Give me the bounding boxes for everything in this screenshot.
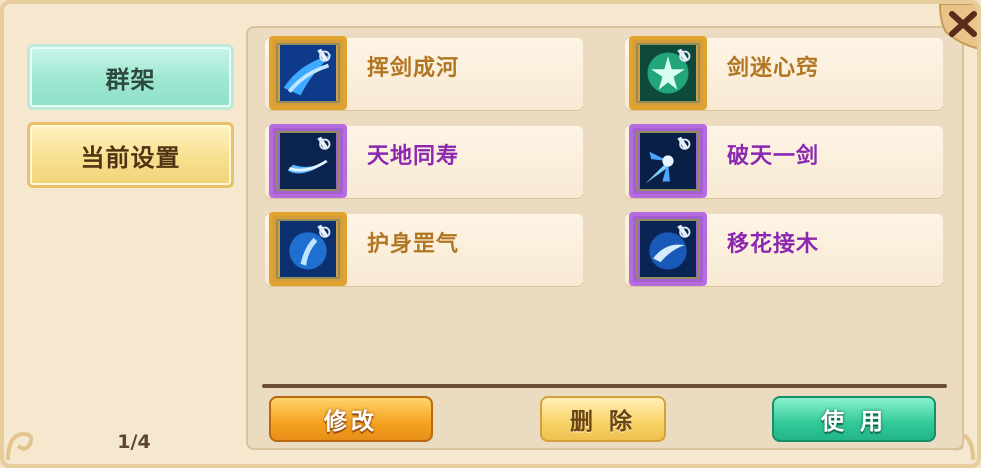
skill-icon-frame xyxy=(269,212,347,286)
skill-config-window: 群架 当前设置 1/4 挥剑成河 剑迷心窍 天地同寿 破天一剑 护身罡气 移花接… xyxy=(0,0,981,468)
modify-button-label: 修改 xyxy=(324,409,378,435)
tab-current-settings[interactable]: 当前设置 xyxy=(27,122,234,188)
page-indicator: 1/4 xyxy=(117,431,151,453)
corner-ornament-icon xyxy=(4,394,74,464)
blue-swirl-icon xyxy=(636,219,700,279)
use-button[interactable]: 使 用 xyxy=(772,396,936,442)
close-icon xyxy=(938,4,977,50)
skill-card[interactable]: 移花接木 xyxy=(625,212,943,286)
delete-button-label: 删 除 xyxy=(569,409,636,435)
skill-name: 破天一剑 xyxy=(727,144,820,169)
skill-name: 移花接木 xyxy=(727,232,820,257)
skill-card[interactable]: 护身罡气 xyxy=(265,212,583,286)
skill-name: 护身罡气 xyxy=(367,232,460,257)
tab-label: 当前设置 xyxy=(80,143,181,172)
delete-button[interactable]: 删 除 xyxy=(540,396,666,442)
blue-sword-burst-icon xyxy=(636,131,700,191)
blue-shield-aura-icon xyxy=(276,219,340,279)
skill-icon-frame xyxy=(629,212,707,286)
close-button[interactable] xyxy=(938,4,977,50)
modify-button[interactable]: 修改 xyxy=(269,396,433,442)
green-starburst-icon xyxy=(636,43,700,103)
divider xyxy=(262,384,947,388)
blue-sword-wave-icon xyxy=(276,43,340,103)
skill-icon-frame xyxy=(629,36,707,110)
skill-icon-frame xyxy=(269,36,347,110)
skill-name: 天地同寿 xyxy=(367,144,460,169)
tab-qunjia[interactable]: 群架 xyxy=(27,44,234,110)
blue-crescent-slash-icon xyxy=(276,131,340,191)
skill-icon-frame xyxy=(269,124,347,198)
skill-card[interactable]: 剑迷心窍 xyxy=(625,36,943,110)
use-button-label: 使 用 xyxy=(820,409,887,435)
tab-label: 群架 xyxy=(105,65,156,94)
skill-card[interactable]: 挥剑成河 xyxy=(265,36,583,110)
skill-name: 剑迷心窍 xyxy=(727,56,820,81)
skill-card[interactable]: 破天一剑 xyxy=(625,124,943,198)
skill-icon-frame xyxy=(629,124,707,198)
skill-name: 挥剑成河 xyxy=(367,56,460,81)
skill-card[interactable]: 天地同寿 xyxy=(265,124,583,198)
